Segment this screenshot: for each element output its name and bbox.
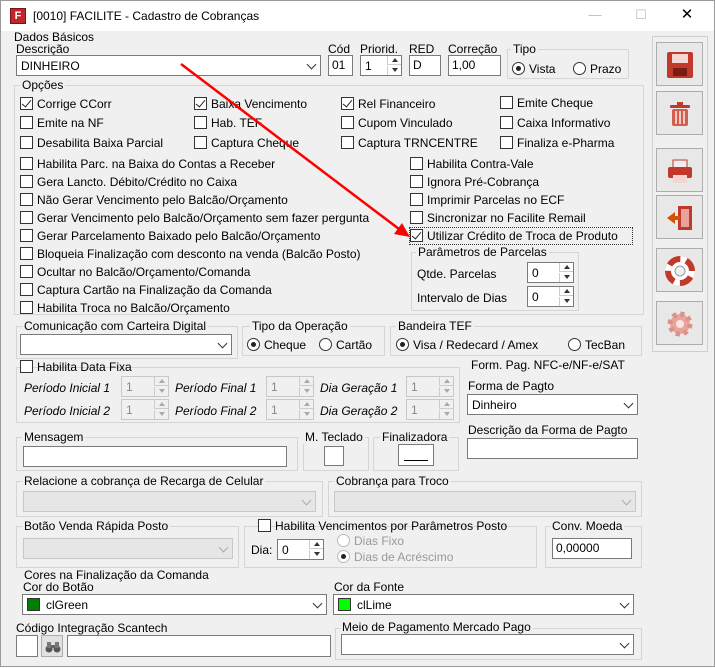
- annotation-arrow-icon: [180, 63, 410, 237]
- window: F [0010] FACILITE - Cadastro de Cobrança…: [0, 0, 715, 667]
